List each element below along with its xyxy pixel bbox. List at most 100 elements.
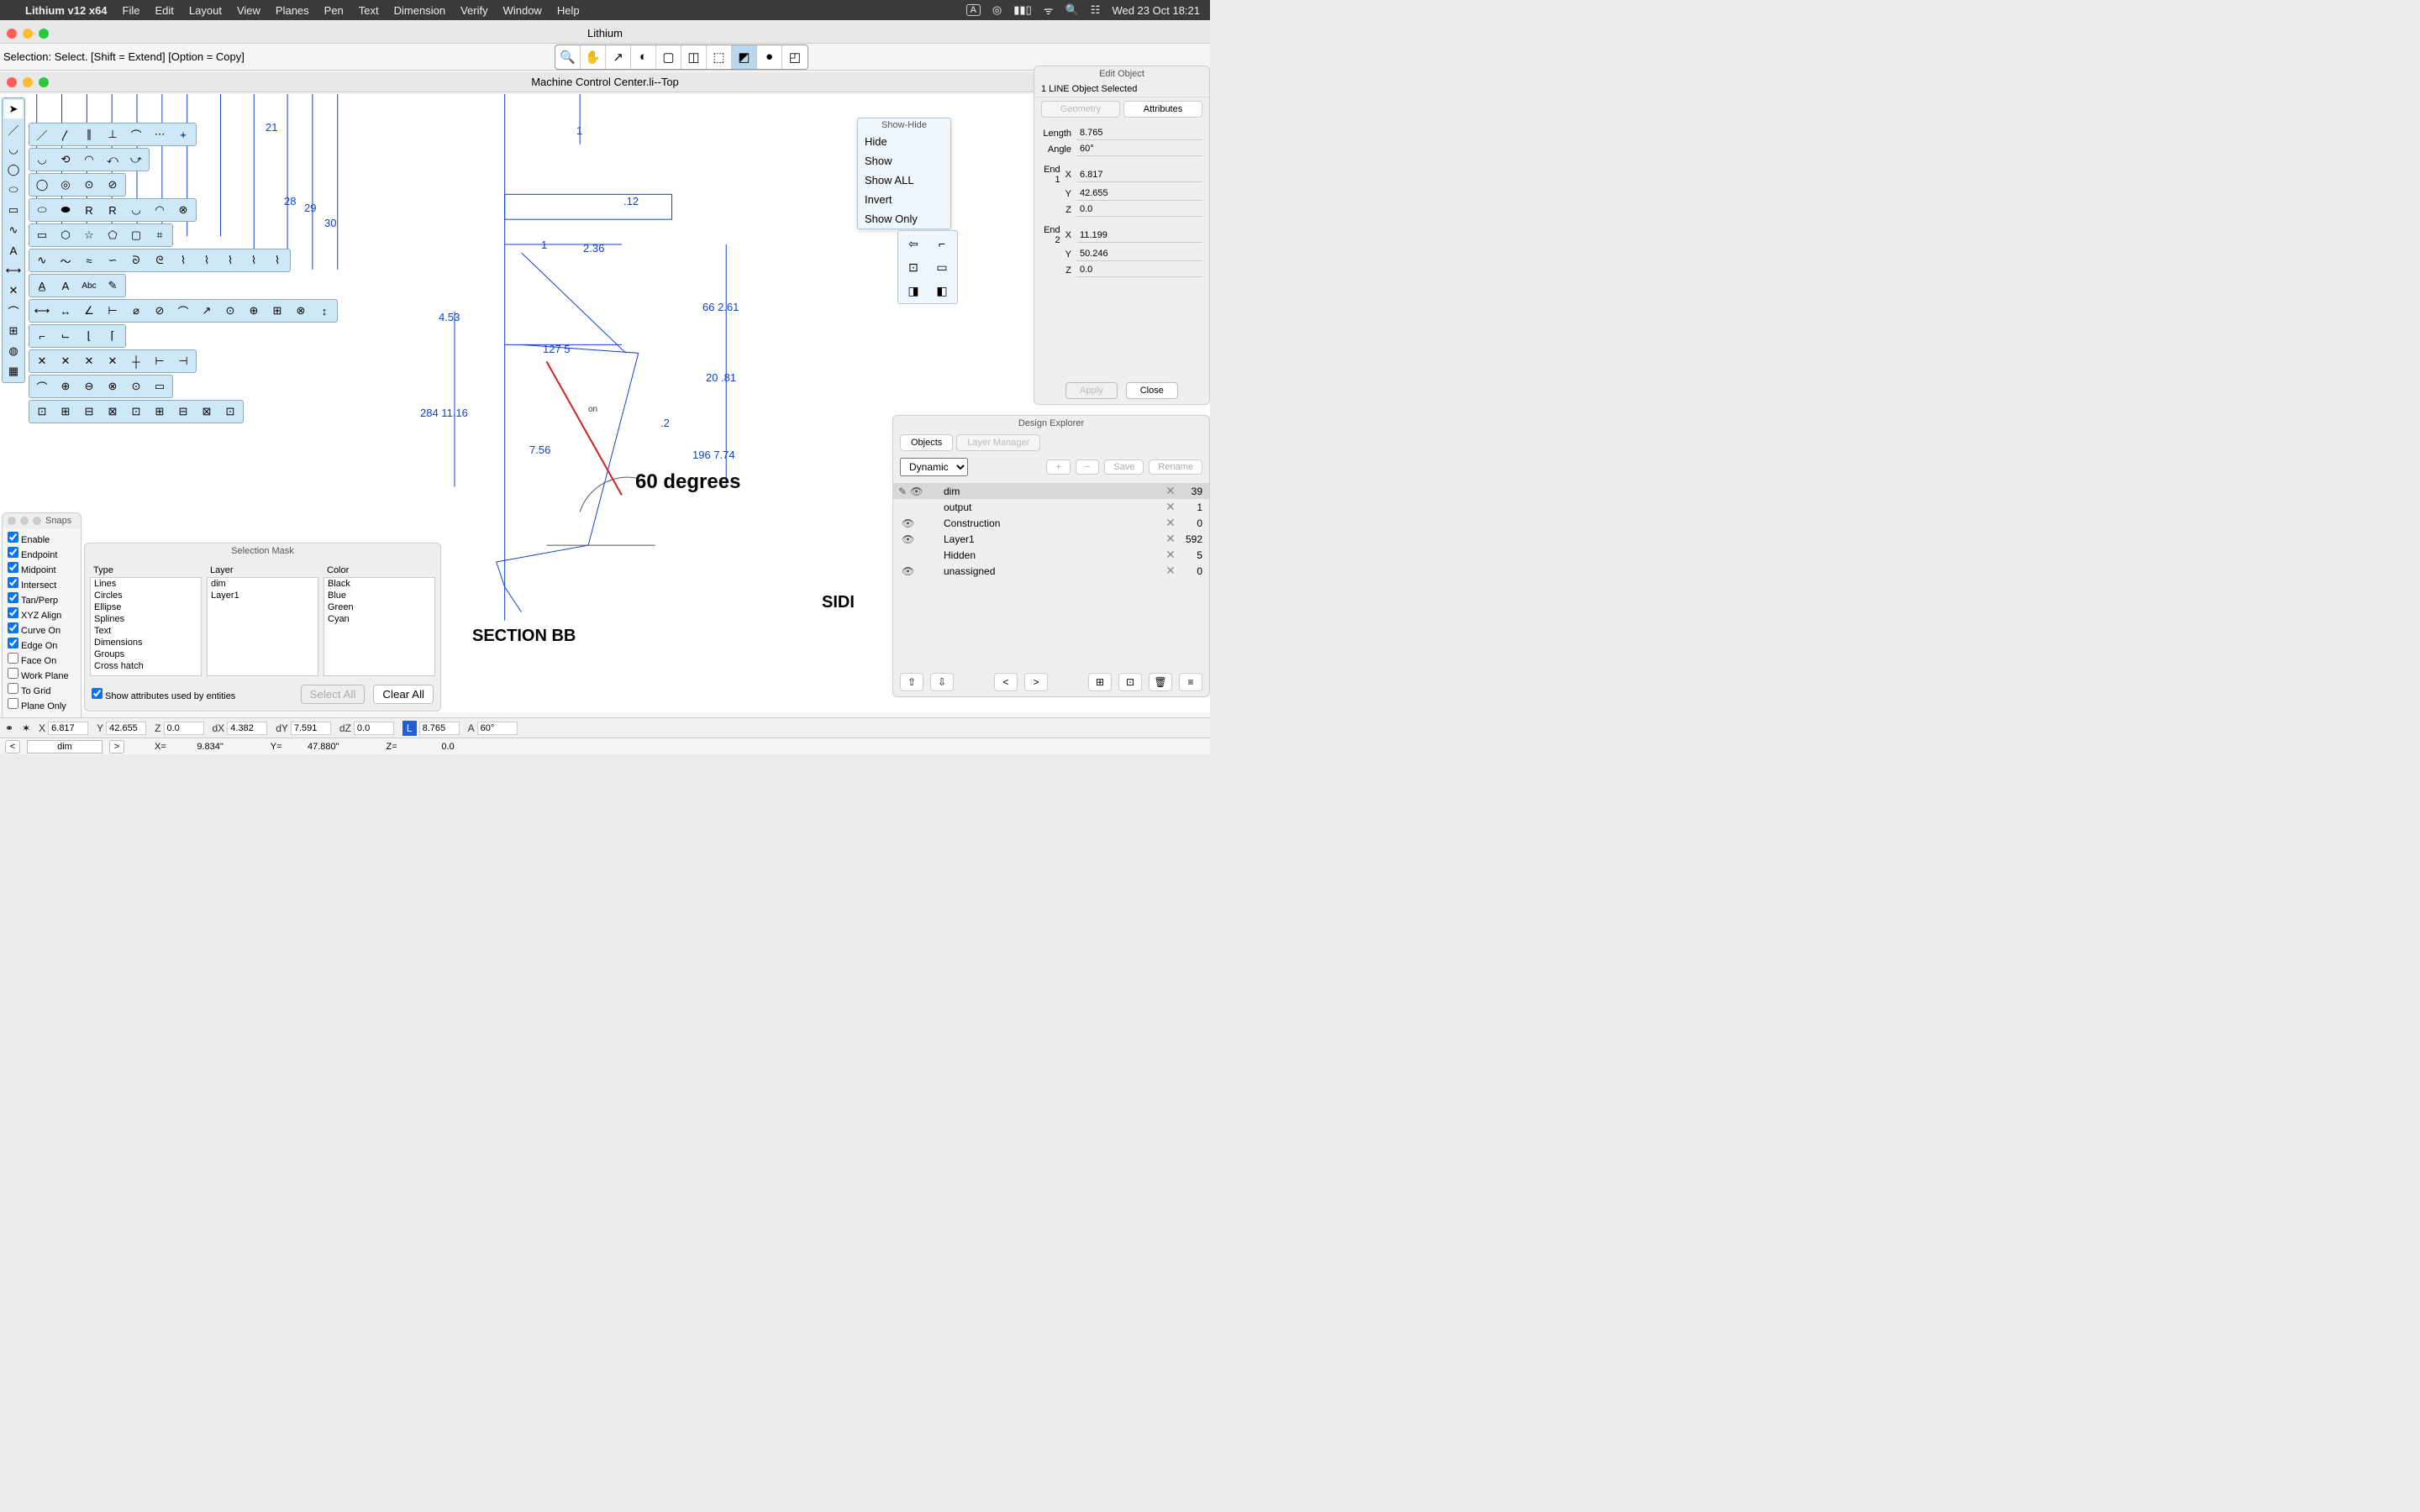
de-delete-icon[interactable]: 🗑	[1149, 673, 1172, 691]
pat-d-icon[interactable]: ⊠	[102, 402, 124, 421]
menu-pen[interactable]: Pen	[324, 4, 344, 17]
list-item[interactable]: Groups	[91, 648, 201, 660]
status-z[interactable]	[164, 722, 204, 735]
spline-e-icon[interactable]: ⌇	[266, 251, 288, 270]
doc-minimize-icon[interactable]	[23, 77, 33, 87]
ellipse-3pt-icon[interactable]: ⬬	[55, 201, 76, 219]
list-item[interactable]: Blue	[324, 590, 434, 601]
edit-length-field[interactable]	[1076, 126, 1202, 140]
dim-rad-icon[interactable]: ⌀	[125, 302, 147, 320]
rect-icon[interactable]: ▭	[31, 226, 53, 244]
layer-row[interactable]: 👁Layer1✕592	[893, 531, 1209, 547]
line-tangent-icon[interactable]: ⌒	[125, 125, 147, 144]
de-up-icon[interactable]: ⇧	[900, 673, 923, 691]
axis-surf1-icon[interactable]: ◨	[900, 280, 927, 302]
status-y[interactable]	[106, 722, 146, 735]
polygon-tool-icon[interactable]: ▭	[4, 201, 23, 219]
zoom-tool-icon[interactable]: 🔍	[555, 45, 581, 69]
layer-x-icon[interactable]: ✕	[1162, 516, 1179, 530]
sheet-tool-icon[interactable]: ▦	[4, 362, 23, 381]
trim-e-icon[interactable]: ┼	[125, 352, 147, 370]
dim-x-icon[interactable]: ⊗	[290, 302, 312, 320]
layer-x-icon[interactable]: ✕	[1162, 500, 1179, 514]
star-icon[interactable]: ☆	[78, 226, 100, 244]
arc-tan-icon[interactable]: ◠	[78, 150, 100, 169]
menu-planes[interactable]: Planes	[276, 4, 309, 17]
spline-a-icon[interactable]: ⌇	[172, 251, 194, 270]
ellipse-arc2-icon[interactable]: ◠	[149, 201, 171, 219]
show-hide-invert[interactable]: Invert	[858, 190, 950, 209]
polygon-icon[interactable]: ⬡	[55, 226, 76, 244]
snap-intersect[interactable]: Intersect	[8, 577, 76, 592]
list-item[interactable]: Lines	[91, 578, 201, 590]
snap-curveon[interactable]: Curve On	[8, 622, 76, 638]
pencil-icon[interactable]: ✎	[898, 486, 907, 497]
pattern-tool-icon[interactable]: ⊞	[4, 322, 23, 340]
window-maximize-icon[interactable]	[39, 29, 49, 39]
pan-tool-icon[interactable]: ✋	[581, 45, 606, 69]
dim-arc-icon[interactable]: ⌒	[172, 302, 194, 320]
fillet-e-icon[interactable]: ⊙	[125, 377, 147, 396]
selmask-color-list[interactable]: BlackBlueGreenCyan	[324, 577, 435, 676]
line-plus-icon[interactable]: +	[172, 125, 194, 144]
trim-b-icon[interactable]: ✕	[55, 352, 76, 370]
de-group-icon[interactable]: ⊡	[1118, 673, 1142, 691]
de-add-icon[interactable]: ⊞	[1088, 673, 1112, 691]
snap-workplane[interactable]: Work Plane	[8, 668, 76, 683]
circle-2pt-icon[interactable]: ◎	[55, 176, 76, 194]
de-minus-button[interactable]: −	[1076, 459, 1099, 475]
view-iso2-icon[interactable]: ⬚	[707, 45, 732, 69]
edit-c-icon[interactable]: ⌊	[78, 327, 100, 345]
dim-ord-icon[interactable]: ⊢	[102, 302, 124, 320]
fillet-f-icon[interactable]: ▭	[149, 377, 171, 396]
layer-row[interactable]: 👁unassigned✕0	[893, 563, 1209, 579]
de-menu-icon[interactable]: ≡	[1179, 673, 1202, 691]
snap-planeonly[interactable]: Plane Only	[8, 698, 76, 713]
status-dy[interactable]	[291, 722, 331, 735]
spline-helix-icon[interactable]: ᘐ	[125, 251, 147, 270]
edit-apply-button[interactable]: Apply	[1065, 382, 1118, 399]
rotate-tool-icon[interactable]: ↗	[606, 45, 631, 69]
edit-end1-z[interactable]	[1076, 202, 1202, 217]
pat-c-icon[interactable]: ⊟	[78, 402, 100, 421]
circle-ctr-icon[interactable]: ◯	[31, 176, 53, 194]
battery-icon[interactable]: ▮▮▯	[1013, 3, 1031, 17]
ngon-icon[interactable]: ⬠	[102, 226, 124, 244]
line-parallel-icon[interactable]: ∥	[78, 125, 100, 144]
show-hide-showall[interactable]: Show ALL	[858, 171, 950, 190]
show-hide-showonly[interactable]: Show Only	[858, 209, 950, 228]
dim-base-icon[interactable]: ⊞	[266, 302, 288, 320]
pat-f-icon[interactable]: ⊞	[149, 402, 171, 421]
status-dx[interactable]	[227, 722, 267, 735]
solid-tool-icon[interactable]: ◍	[4, 342, 23, 360]
keyboard-icon[interactable]: A	[966, 4, 981, 16]
selmask-type-list[interactable]: LinesCirclesEllipseSplinesTextDimensions…	[90, 577, 202, 676]
ellipse-arc-icon[interactable]: ◡	[125, 201, 147, 219]
wifi-icon[interactable]: ᯤ	[1044, 3, 1054, 18]
de-plus-button[interactable]: +	[1046, 459, 1070, 475]
line-poly-icon[interactable]: 〳	[55, 125, 76, 144]
dim-y-icon[interactable]: ↕	[313, 302, 335, 320]
line-single-icon[interactable]: ／	[31, 125, 53, 144]
de-tab-objects[interactable]: Objects	[900, 434, 953, 451]
list-item[interactable]: Black	[324, 578, 434, 590]
status-L[interactable]	[419, 722, 460, 735]
menu-window[interactable]: Window	[503, 4, 542, 17]
circle-3pt-icon[interactable]: ⊙	[78, 176, 100, 194]
view-iso1-icon[interactable]: ◫	[681, 45, 707, 69]
list-item[interactable]: Cross hatch	[91, 660, 201, 672]
status-dz[interactable]	[354, 722, 394, 735]
de-prev-icon[interactable]: <	[994, 673, 1018, 691]
ellipse-r2-icon[interactable]: R	[102, 201, 124, 219]
doc-maximize-icon[interactable]	[39, 77, 49, 87]
trim-f-icon[interactable]: ⊢	[149, 352, 171, 370]
dim-chain-icon[interactable]: ⊕	[243, 302, 265, 320]
edit-end2-x[interactable]	[1076, 228, 1202, 243]
fillet-a-icon[interactable]: ⌒	[31, 377, 53, 396]
crop-icon[interactable]: ⌗	[149, 226, 171, 244]
trim-a-icon[interactable]: ✕	[31, 352, 53, 370]
fillet-d-icon[interactable]: ⊗	[102, 377, 124, 396]
edit-end2-z[interactable]	[1076, 263, 1202, 277]
axis-box-icon[interactable]: ⊡	[900, 256, 927, 278]
de-next-icon[interactable]: >	[1024, 673, 1048, 691]
